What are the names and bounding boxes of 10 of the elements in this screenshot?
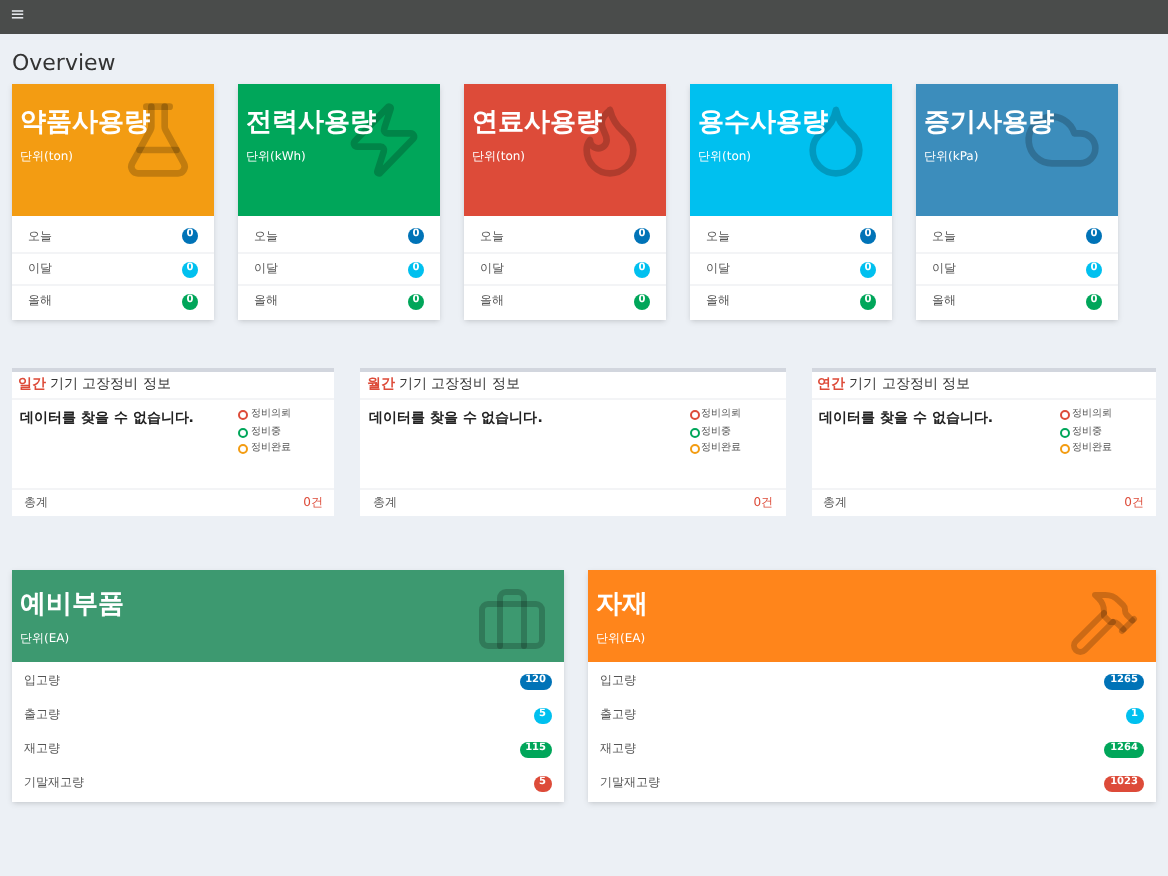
card-title: 약품사용량	[20, 108, 152, 140]
hammer-icon	[1068, 586, 1140, 658]
card-title: 예비부품	[20, 590, 126, 622]
card-title: 전력사용량	[246, 108, 378, 140]
menu-toggle[interactable]: ≡	[10, 8, 26, 26]
card-title: 용수사용량	[698, 108, 830, 140]
card-title: 연료사용량	[472, 108, 604, 140]
page-title: Overview	[12, 50, 118, 78]
card-title: 자재	[596, 590, 650, 622]
card-title: 증기사용량	[924, 108, 1056, 140]
